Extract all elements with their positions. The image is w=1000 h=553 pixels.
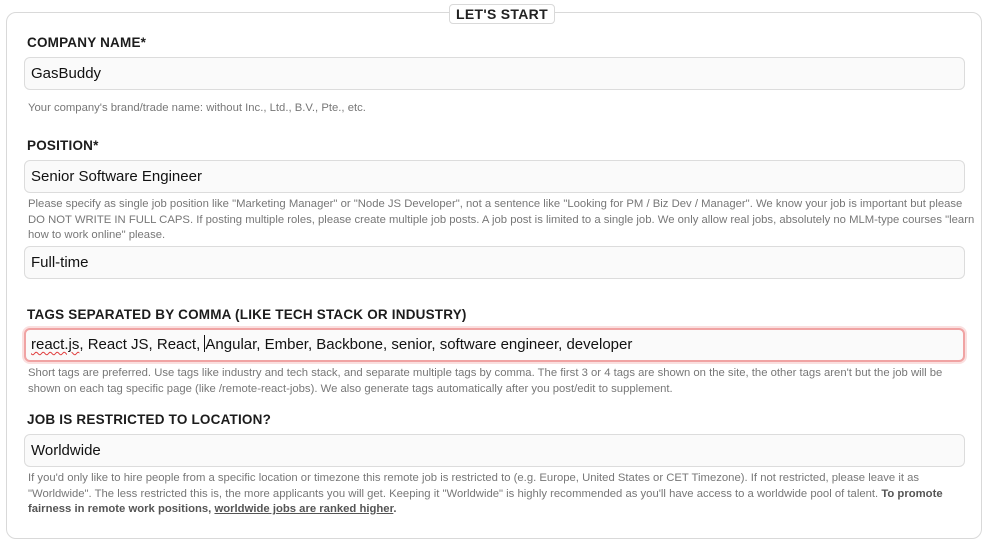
location-help: If you'd only like to hire people from a… (28, 471, 976, 518)
location-help-end: . (393, 503, 397, 515)
company-name-label: COMPANY NAME* (27, 35, 147, 50)
location-input[interactable]: Worldwide (24, 434, 965, 467)
company-name-input[interactable]: GasBuddy (24, 57, 965, 90)
tags-text-after-caret: Angular, Ember, Backbone, senior, softwa… (205, 336, 633, 353)
tags-input[interactable]: react.js, React JS, React, Angular, Embe… (24, 328, 965, 362)
location-help-text: If you'd only like to hire people from a… (28, 472, 920, 500)
tags-help: Short tags are preferred. Use tags like … (28, 367, 943, 395)
company-name-help: Your company's brand/trade name: without… (28, 102, 366, 114)
employment-type-select[interactable]: Full-time (24, 246, 965, 279)
position-input[interactable]: Senior Software Engineer (24, 160, 965, 193)
tags-label: TAGS SEPARATED BY COMMA (LIKE TECH STACK… (27, 307, 467, 322)
misspelled-tag: react.js (31, 336, 80, 353)
tags-text-before-caret: , React JS, React, (79, 336, 205, 353)
position-label: POSITION* (27, 138, 99, 153)
position-help: Please specify as single job position li… (28, 198, 975, 241)
location-label: JOB IS RESTRICTED TO LOCATION? (27, 412, 272, 427)
worldwide-ranked-higher-link[interactable]: worldwide jobs are ranked higher (214, 503, 393, 515)
section-title: LET'S START (449, 4, 555, 24)
